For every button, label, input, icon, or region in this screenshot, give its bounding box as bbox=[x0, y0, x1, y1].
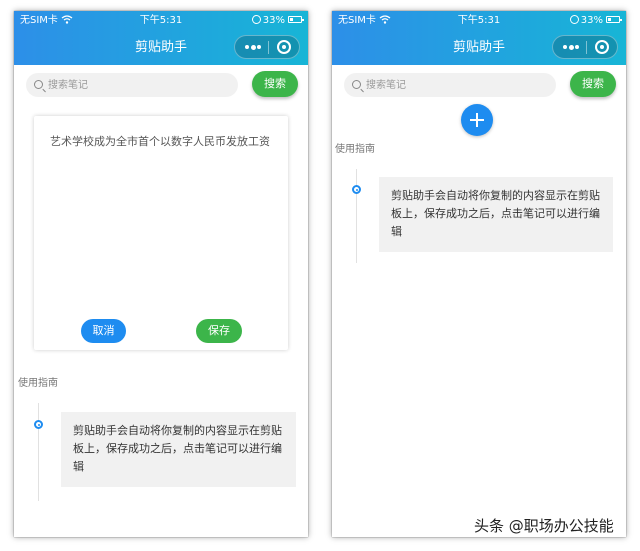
capsule-divider bbox=[586, 41, 587, 54]
battery-percent: 33% bbox=[262, 15, 285, 26]
capsule-divider bbox=[268, 41, 269, 54]
timeline-line bbox=[38, 403, 39, 501]
search-icon bbox=[34, 80, 43, 89]
save-button[interactable]: 保存 bbox=[196, 319, 242, 343]
alarm-icon bbox=[569, 15, 579, 24]
watermark-text: 头条 @职场办公技能 bbox=[474, 517, 614, 535]
status-bar: 无SIM卡 下午5:31 33% bbox=[14, 13, 308, 29]
cancel-button[interactable]: 取消 bbox=[81, 319, 126, 343]
battery-percent: 33% bbox=[580, 15, 603, 26]
search-box bbox=[344, 73, 556, 97]
timeline-dot bbox=[352, 185, 361, 194]
guide-note[interactable]: 剪贴助手会自动将你复制的内容显示在剪贴板上，保存成功之后，点击笔记可以进行编辑 bbox=[379, 177, 613, 252]
timeline-dot bbox=[34, 420, 43, 429]
miniprogram-capsule bbox=[234, 35, 300, 59]
header-bar: 无SIM卡 下午5:31 33% 剪贴助手 bbox=[332, 11, 626, 65]
close-miniprogram-icon[interactable] bbox=[277, 40, 291, 54]
search-input[interactable] bbox=[48, 73, 228, 97]
header-bar: 无SIM卡 下午5:31 33% 剪贴助手 bbox=[14, 11, 308, 65]
status-bar: 无SIM卡 下午5:31 33% bbox=[332, 13, 626, 29]
search-button[interactable]: 搜索 bbox=[570, 71, 616, 97]
status-right: 33% bbox=[251, 13, 304, 29]
phone-screen-left: 无SIM卡 下午5:31 33% 剪贴助手 搜索 艺术学校成为全市首个 bbox=[14, 11, 308, 537]
screenshot-canvas: 无SIM卡 下午5:31 33% 剪贴助手 搜索 艺术学校成为全市首个 bbox=[0, 0, 640, 551]
close-miniprogram-icon[interactable] bbox=[595, 40, 609, 54]
guide-heading: 使用指南 bbox=[18, 378, 58, 389]
search-input[interactable] bbox=[366, 73, 546, 97]
miniprogram-capsule bbox=[552, 35, 618, 59]
search-row: 搜索 bbox=[14, 65, 308, 105]
battery-icon bbox=[606, 16, 622, 23]
search-button[interactable]: 搜索 bbox=[252, 71, 298, 97]
search-row: 搜索 bbox=[332, 65, 626, 105]
more-icon[interactable] bbox=[563, 44, 579, 50]
alarm-icon bbox=[251, 15, 261, 24]
status-right: 33% bbox=[569, 13, 622, 29]
battery-icon bbox=[288, 16, 304, 23]
note-editor-card: 艺术学校成为全市首个以数字人民币发放工资 取消 保存 bbox=[34, 116, 288, 350]
add-note-button[interactable] bbox=[461, 104, 493, 136]
guide-heading: 使用指南 bbox=[335, 144, 375, 155]
note-editor-text[interactable]: 艺术学校成为全市首个以数字人民币发放工资 bbox=[50, 134, 274, 149]
timeline-line bbox=[356, 169, 357, 263]
more-icon[interactable] bbox=[245, 44, 261, 50]
search-icon bbox=[352, 80, 361, 89]
guide-note[interactable]: 剪贴助手会自动将你复制的内容显示在剪贴板上，保存成功之后，点击笔记可以进行编辑 bbox=[61, 412, 296, 487]
search-box bbox=[26, 73, 238, 97]
plus-icon bbox=[470, 113, 484, 127]
phone-screen-right: 无SIM卡 下午5:31 33% 剪贴助手 搜索笔记 搜索 使用指南 剪贴助手会… bbox=[332, 11, 626, 537]
